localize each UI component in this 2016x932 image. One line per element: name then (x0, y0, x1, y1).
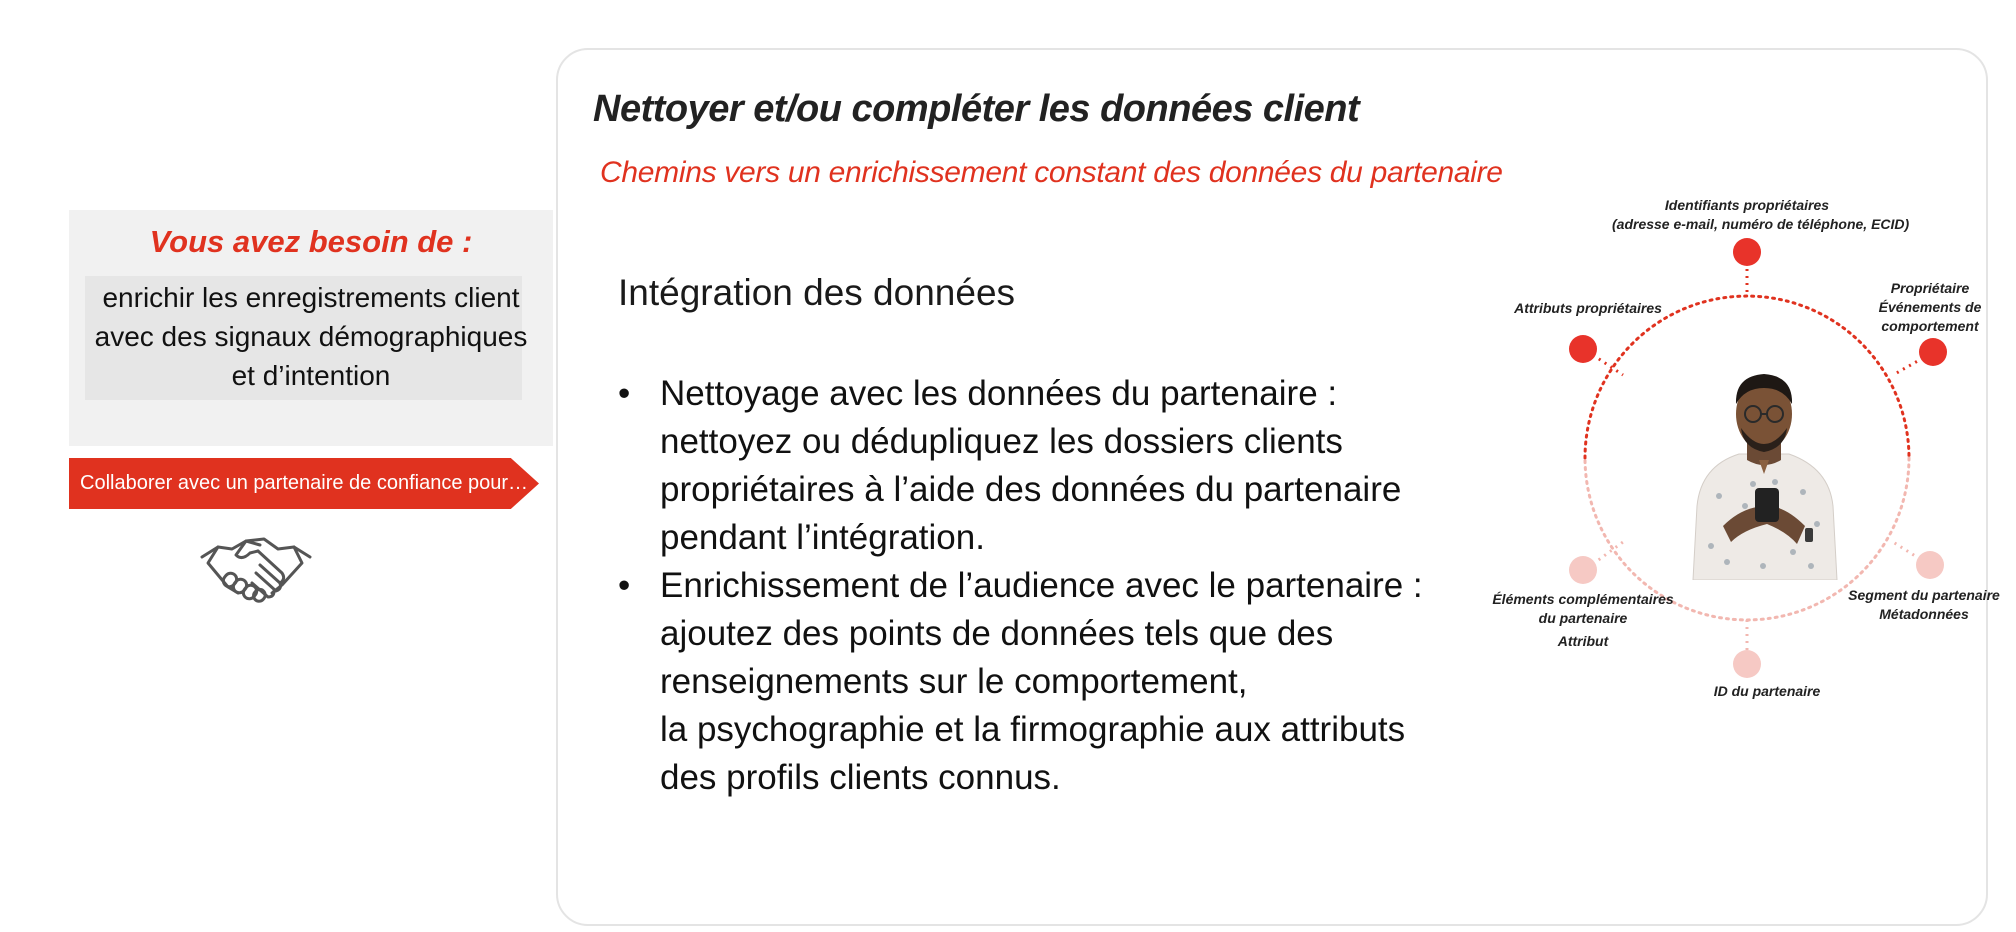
label-line: Événements de (1878, 299, 1982, 315)
person-with-phone-image (1692, 374, 1838, 580)
label-line: Propriétaire (1890, 280, 1970, 296)
label-line: Éléments complémentaires (1492, 591, 1674, 607)
label-partner-id: ID du partenaire (1692, 682, 1842, 701)
label-proprietary-attributes: Attributs propriétaires (1508, 299, 1668, 318)
needs-line: et d’intention (231, 360, 391, 391)
bullet-line: pendant l’intégration. (660, 518, 985, 557)
bullet-line: ajoutez des points de données tels que d… (660, 614, 1334, 653)
label-line: Attribut (1557, 633, 1609, 649)
bullet-line: Nettoyage avec les données du partenaire… (660, 374, 1338, 413)
label-proprietary-ids: Identifiants propriétaires (adresse e-ma… (1612, 196, 1910, 234)
label-partner-segment: Segment du partenaire Métadonnées (1842, 586, 2006, 624)
bullet-item-enrichment: Enrichissement de l’audience avec le par… (618, 562, 1478, 802)
card-title: Nettoyer et/ou compléter les données cli… (593, 88, 1360, 130)
node-proprietary-ids (1733, 238, 1761, 266)
bullet-line: Enrichissement de l’audience avec le par… (660, 566, 1423, 605)
needs-title: Vous avez besoin de : (149, 224, 473, 259)
label-line: (adresse e-mail, numéro de téléphone, EC… (1612, 216, 1910, 232)
label-line: Segment du partenaire (1848, 587, 2000, 603)
label-line: comportement (1881, 318, 1979, 334)
spoke-right-bottom (1892, 540, 1921, 561)
label-line: du partenaire (1538, 610, 1628, 626)
node-behavior-events (1919, 338, 1947, 366)
node-partner-segment (1916, 551, 1944, 579)
handshake-icon (200, 537, 312, 603)
bullet-item-cleaning: Nettoyage avec les données du partenaire… (618, 370, 1478, 562)
section-heading: Intégration des données (618, 272, 1016, 313)
spoke-right-top (1892, 356, 1924, 377)
label-line: Attributs propriétaires (1514, 300, 1662, 316)
needs-line: enrichir les enregistrements client (102, 282, 520, 313)
partner-banner: Collaborer avec un partenaire de confian… (69, 458, 539, 509)
bullet-line: renseignements sur le comportement, (660, 662, 1248, 701)
needs-text: enrichir les enregistrements client avec… (85, 278, 537, 395)
bullet-line: la psychographie et la firmographie aux … (660, 710, 1406, 749)
label-line: ID du partenaire (1713, 683, 1821, 699)
node-proprietary-attributes (1569, 335, 1597, 363)
label-partner-attribute: Éléments complémentaires du partenaire A… (1488, 590, 1678, 651)
label-line: Identifiants propriétaires (1664, 197, 1830, 213)
bullet-line: propriétaires à l’aide des données du pa… (660, 470, 1402, 509)
needs-panel: Vous avez besoin de : enrichir les enreg… (69, 210, 553, 446)
label-behavior-events: Propriétaire Événements de comportement (1870, 279, 1990, 336)
label-line: Métadonnées (1879, 606, 1969, 622)
card-subtitle: Chemins vers un enrichissement constant … (600, 156, 1503, 189)
node-partner-id (1733, 650, 1761, 678)
spoke-left-bottom (1592, 540, 1624, 566)
node-partner-attribute (1569, 556, 1597, 584)
bullet-line: des profils clients connus. (660, 758, 1061, 797)
needs-line: avec des signaux démographiques (94, 321, 528, 352)
bullet-line: nettoyez ou dédupliquez les dossiers cli… (660, 422, 1343, 461)
bullet-list: Nettoyage avec les données du partenaire… (618, 370, 1478, 802)
